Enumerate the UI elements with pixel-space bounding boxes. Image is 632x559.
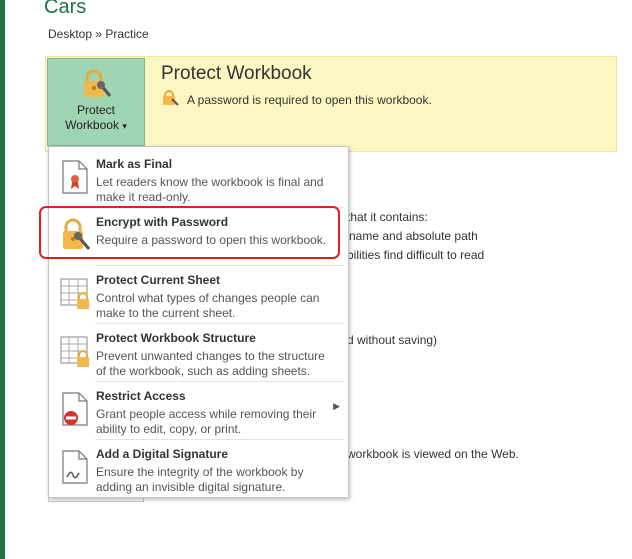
- breadcrumb: Desktop » Practice: [48, 27, 149, 41]
- menu-separator: [95, 381, 344, 382]
- encrypt-highlight-outline: [39, 206, 340, 259]
- lock-key-icon: [79, 69, 113, 99]
- document-signature-icon: [59, 449, 91, 485]
- chevron-down-icon: ▾: [122, 121, 127, 131]
- workbook-structure-lock-icon: [59, 333, 91, 369]
- left-accent-strip: [0, 0, 5, 559]
- background-text: that it contains:: [347, 210, 428, 224]
- background-text: bilities find difficult to read: [347, 248, 485, 262]
- menu-separator: [95, 439, 344, 440]
- sheet-lock-icon: [59, 275, 91, 311]
- page-title: Cars: [44, 0, 87, 18]
- protect-workbook-button[interactable]: Protect Workbook ▾: [47, 58, 145, 146]
- background-text: name and absolute path: [349, 229, 478, 243]
- menu-separator: [95, 265, 344, 266]
- document-no-entry-icon: [59, 391, 91, 427]
- protect-workbook-heading: Protect Workbook: [161, 63, 312, 84]
- menu-item-restrict-access[interactable]: Restrict Access Grant people access whil…: [49, 383, 348, 439]
- menu-item-protect-workbook-structure[interactable]: Protect Workbook Structure Prevent unwan…: [49, 325, 348, 381]
- submenu-arrow-icon[interactable]: ▶: [333, 401, 340, 412]
- background-text: workbook is viewed on the Web.: [347, 447, 519, 461]
- protect-workbook-menu: Mark as Final Let readers know the workb…: [48, 146, 349, 498]
- menu-separator: [95, 323, 344, 324]
- background-text: d without saving): [347, 333, 438, 347]
- protect-workbook-label: Protect Workbook ▾: [65, 103, 127, 132]
- menu-item-mark-as-final[interactable]: Mark as Final Let readers know the workb…: [49, 151, 348, 207]
- protect-workbook-description: A password is required to open this work…: [161, 90, 432, 109]
- menu-item-protect-current-sheet[interactable]: Protect Current Sheet Control what types…: [49, 267, 348, 323]
- document-ribbon-icon: [59, 159, 91, 195]
- lock-key-small-icon: [161, 90, 179, 109]
- menu-item-add-digital-signature[interactable]: Add a Digital Signature Ensure the integ…: [49, 441, 348, 497]
